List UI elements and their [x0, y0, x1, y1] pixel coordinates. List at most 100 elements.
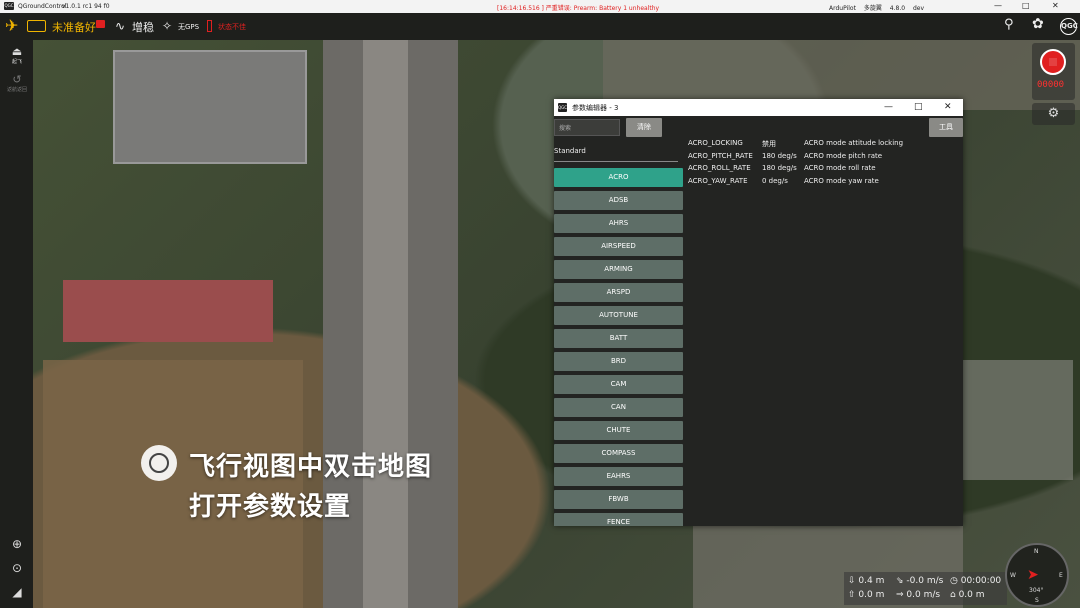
category-brd[interactable]: BRD: [554, 352, 683, 371]
map-field: [43, 360, 303, 608]
dialog-maximize-button[interactable]: □: [914, 102, 923, 112]
dialog-title: 参数编辑器 - 3: [572, 104, 619, 112]
takeoff-icon: ⏏: [11, 45, 23, 58]
takeoff-button[interactable]: ⏏ 起飞: [6, 45, 28, 66]
dialog-logo-icon: QGC: [558, 103, 568, 112]
param-description: ACRO mode attitude locking: [804, 139, 904, 147]
category-airspeed[interactable]: AIRSPEED: [554, 237, 683, 256]
tools-button[interactable]: 工具: [929, 118, 963, 137]
qgc-logo-icon[interactable]: QGC: [1060, 18, 1078, 35]
autopilot-name: ArduPilot: [829, 5, 856, 12]
category-cam[interactable]: CAM: [554, 375, 683, 394]
overlay-caption-line2: 打开参数设置: [189, 492, 352, 522]
gear-icon[interactable]: ⚙: [1032, 103, 1075, 125]
mode-wave-icon: ∿: [115, 19, 126, 33]
category-ahrs[interactable]: AHRS: [554, 214, 683, 233]
param-description: ACRO mode yaw rate: [804, 176, 879, 185]
param-value: 禁用: [762, 140, 776, 148]
vehicle-info: ArduPilot 多旋翼 4.8.0 dev: [829, 3, 930, 12]
compass-e: E: [1059, 572, 1063, 579]
param-name: ACRO_PITCH_RATE: [688, 151, 753, 160]
vehicle-ready-status[interactable]: 未准备好: [52, 19, 96, 35]
param-value: 0 deg/s: [762, 176, 788, 185]
category-compass[interactable]: COMPASS: [554, 444, 683, 463]
group-selector[interactable]: Standard: [554, 147, 586, 155]
category-batt[interactable]: BATT: [554, 329, 683, 348]
window-close-button[interactable]: ✕: [1052, 1, 1059, 10]
map-layers-icon[interactable]: ⊕: [6, 537, 28, 551]
dialog-minimize-button[interactable]: —: [884, 102, 893, 112]
compass-s: S: [1035, 597, 1039, 604]
category-arming[interactable]: ARMING: [554, 260, 683, 279]
rtl-label: 返航返回: [6, 87, 27, 93]
flight-time-value: ◷ 00:00:00: [950, 576, 1002, 586]
firmware-version: 4.8.0: [889, 5, 906, 12]
app-logo-icon: QGC: [4, 2, 14, 10]
vehicle-type: 多旋翼: [863, 5, 882, 12]
compass-n: N: [1034, 548, 1039, 555]
compass-heading: 304°: [1029, 587, 1044, 594]
chart-icon[interactable]: ◢: [6, 585, 28, 599]
main-toolbar: ✈ 未准备好 ∿ 增稳 ✧ 无GPS 状态不佳 ⚲ ✿ QGC: [0, 13, 1080, 40]
category-fbwb[interactable]: FBWB: [554, 490, 683, 509]
param-description: ACRO mode pitch rate: [804, 151, 883, 160]
map-building: [963, 360, 1073, 480]
map-building: [63, 280, 273, 342]
compass-widget: N E S W ➤ 304°: [1005, 543, 1069, 607]
category-autotune[interactable]: AUTOTUNE: [554, 306, 683, 325]
param-value: 180 deg/s: [762, 164, 797, 172]
param-description: ACRO mode roll rate: [804, 164, 876, 172]
distance-value: ⇧ 0.0 m: [848, 590, 885, 600]
heading-arrow-icon: ➤: [1027, 567, 1039, 583]
category-can[interactable]: CAN: [554, 398, 683, 417]
group-underline: [554, 161, 678, 162]
compass-w: W: [1010, 572, 1016, 579]
dialog-close-button[interactable]: ✕: [944, 102, 952, 112]
category-chute[interactable]: CHUTE: [554, 421, 683, 440]
category-fence[interactable]: FENCE: [554, 513, 683, 526]
category-eahrs[interactable]: EAHRS: [554, 467, 683, 486]
message-icon[interactable]: [96, 20, 105, 28]
record-button[interactable]: [1040, 49, 1066, 75]
window-titlebar: QGC QGroundControl v1.0.1 rc1 94 f0 [16:…: [0, 0, 1080, 13]
rtl-button[interactable]: ↺ 返航返回: [6, 73, 28, 94]
param-name: ACRO_ROLL_RATE: [688, 164, 751, 172]
category-acro[interactable]: ACRO: [554, 168, 683, 187]
gps-status[interactable]: 无GPS: [178, 22, 199, 32]
app-name: QGroundControl: [18, 3, 67, 10]
dialog-titlebar: QGC 参数编辑器 - 3 — □ ✕: [554, 99, 963, 116]
center-map-icon[interactable]: ⊙: [6, 561, 28, 575]
plane-icon[interactable]: ✈: [5, 16, 18, 35]
param-name: ACRO_YAW_RATE: [688, 176, 748, 185]
param-name: ACRO_LOCKING: [688, 139, 743, 147]
left-toolbar: ⏏ 起飞 ↺ 返航返回 ⊕ ⊙ ◢: [0, 40, 33, 608]
map-building: [113, 50, 307, 164]
battery-status-text[interactable]: 状态不佳: [218, 22, 246, 32]
flight-mode-selector[interactable]: 增稳: [132, 19, 154, 35]
category-adsb[interactable]: ADSB: [554, 191, 683, 210]
battery-warning-icon: [207, 20, 212, 32]
altitude-value: ⇩ 0.4 m: [848, 576, 885, 586]
vehicle-setup-icon[interactable]: ✿: [1032, 16, 1044, 32]
vertical-speed-value: ⇘ -0.0 m/s: [896, 576, 944, 586]
record-timer: 00000: [1037, 80, 1065, 90]
window-minimize-button[interactable]: —: [994, 1, 1002, 10]
battery-status-icon: [27, 20, 46, 32]
param-value: 180 deg/s: [762, 151, 797, 160]
home-distance-value: ⌂ 0.0 m: [950, 590, 985, 600]
category-list: ACRO ADSB AHRS AIRSPEED ARMING ARSPD AUTOTUNE B…: [554, 168, 683, 526]
tap-gesture-icon: [141, 445, 177, 481]
critical-alert-text[interactable]: [16:14:16.516 ] 严重错误: Prearm: Battery 1 …: [497, 3, 659, 12]
window-maximize-button[interactable]: □: [1022, 1, 1030, 10]
firmware-channel: dev: [912, 5, 925, 12]
rtl-icon: ↺: [12, 73, 22, 86]
category-arspd[interactable]: ARSPD: [554, 283, 683, 302]
satellite-icon: ✧: [162, 19, 173, 33]
plan-icon[interactable]: ⚲: [1004, 17, 1014, 32]
app-version: v1.0.1 rc1 94 f0: [62, 3, 110, 10]
param-search-input[interactable]: 搜索: [554, 119, 620, 136]
overlay-caption-line1: 飞行视图中双击地图: [189, 452, 433, 482]
parameter-editor-dialog: QGC 参数编辑器 - 3 — □ ✕ 搜索 清除 工具 Standard AC…: [554, 99, 963, 526]
clear-button[interactable]: 清除: [626, 118, 662, 137]
telemetry-panel: ⇩ 0.4 m ⇘ -0.0 m/s ◷ 00:00:00 ⇧ 0.0 m ⇒ …: [844, 572, 1007, 605]
